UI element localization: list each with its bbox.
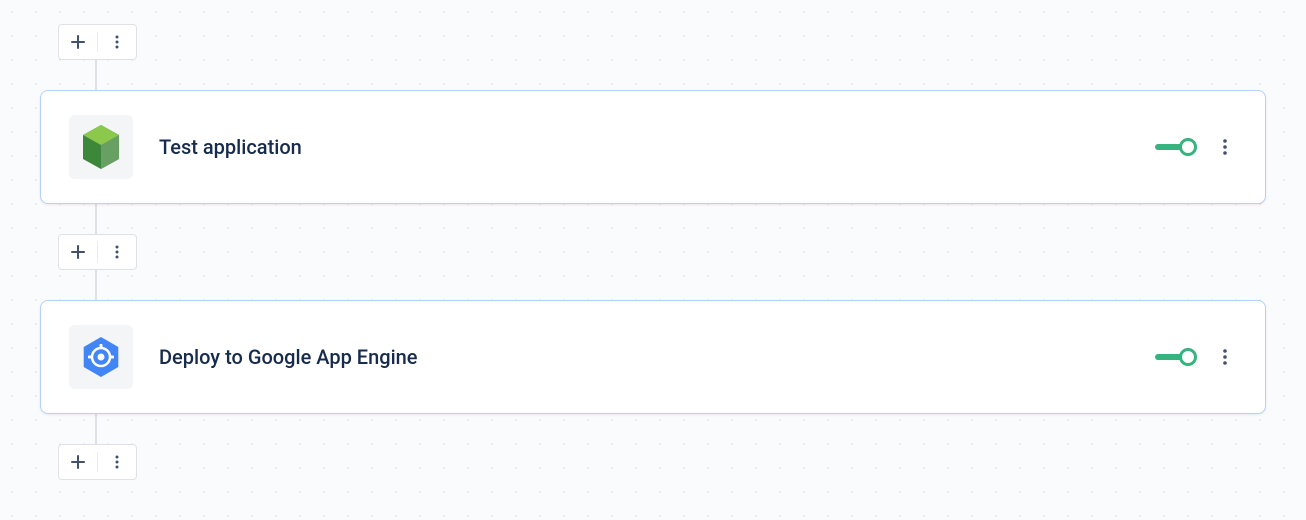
step-more-button[interactable] <box>106 241 128 263</box>
step-title: Test application <box>159 135 1155 159</box>
divider <box>97 242 98 262</box>
toggle-knob <box>1179 348 1197 366</box>
plus-icon <box>70 34 86 50</box>
more-vertical-icon <box>1215 347 1235 367</box>
add-step-before-1 <box>58 24 137 60</box>
more-vertical-icon <box>1215 137 1235 157</box>
more-vertical-icon <box>109 244 125 260</box>
step-more-menu[interactable] <box>1213 135 1237 159</box>
divider <box>97 32 98 52</box>
add-step-between <box>58 234 137 270</box>
step-actions <box>1155 345 1237 369</box>
plus-icon <box>70 454 86 470</box>
pipeline-step-test-application[interactable]: Test application <box>40 90 1266 204</box>
step-title: Deploy to Google App Engine <box>159 345 1155 369</box>
connector-line <box>95 58 97 90</box>
nodejs-icon <box>79 123 123 171</box>
google-app-engine-icon <box>77 333 125 381</box>
step-more-button[interactable] <box>106 31 128 53</box>
step-actions <box>1155 135 1237 159</box>
step-icon-container <box>69 325 133 389</box>
more-vertical-icon <box>109 34 125 50</box>
pipeline-canvas: Test application <box>0 0 1306 504</box>
add-step-button[interactable] <box>67 241 89 263</box>
more-vertical-icon <box>109 454 125 470</box>
step-enabled-toggle[interactable] <box>1155 136 1197 158</box>
add-step-button[interactable] <box>67 31 89 53</box>
divider <box>97 452 98 472</box>
connector-line <box>95 412 97 444</box>
add-step-button[interactable] <box>67 451 89 473</box>
pipeline-step-deploy-gae[interactable]: Deploy to Google App Engine <box>40 300 1266 414</box>
step-more-menu[interactable] <box>1213 345 1237 369</box>
step-more-button[interactable] <box>106 451 128 473</box>
step-enabled-toggle[interactable] <box>1155 346 1197 368</box>
step-icon-container <box>69 115 133 179</box>
toggle-knob <box>1179 138 1197 156</box>
add-step-after-2 <box>58 444 137 480</box>
plus-icon <box>70 244 86 260</box>
